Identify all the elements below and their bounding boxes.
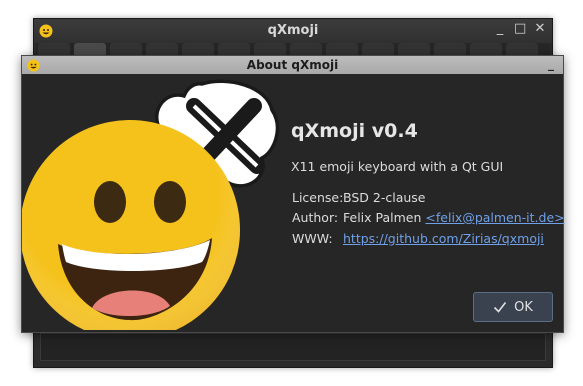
emoji-input-field[interactable] — [40, 333, 546, 361]
close-button[interactable]: ✕ — [534, 22, 546, 35]
app-name-heading: qXmoji v0.4 — [291, 120, 418, 142]
ok-button[interactable]: OK — [473, 292, 553, 322]
checkmark-icon — [494, 302, 507, 313]
main-window-title: qXmoji — [267, 23, 319, 38]
license-label: License: — [292, 190, 344, 205]
license-row: License:BSD 2-clause — [292, 190, 425, 205]
qxmoji-logo — [22, 79, 280, 330]
maximize-button[interactable]: □ — [514, 22, 526, 35]
www-label: WWW: — [292, 231, 333, 246]
minimize-button[interactable]: _ — [494, 22, 506, 35]
about-dialog: About qXmoji _ qXmoji v0.4 X11 emoji key… — [21, 55, 565, 333]
app-description: X11 emoji keyboard with a Qt GUI — [291, 159, 504, 174]
author-row: Author: Felix Palmen <felix@palmen-it.de> — [292, 210, 565, 225]
dialog-minimize-button[interactable]: _ — [545, 58, 557, 70]
license-value: BSD 2-clause — [343, 190, 426, 205]
author-label: Author: — [292, 210, 339, 225]
author-email-link[interactable]: <felix@palmen-it.de> — [425, 210, 564, 225]
main-titlebar[interactable]: qXmoji _ □ ✕ — [34, 19, 552, 43]
ok-button-label: OK — [514, 299, 533, 315]
www-link[interactable]: https://github.com/Zirias/qxmoji — [343, 231, 544, 246]
www-row: WWW: https://github.com/Zirias/qxmoji — [292, 231, 544, 246]
author-name: Felix Palmen — [343, 210, 422, 225]
